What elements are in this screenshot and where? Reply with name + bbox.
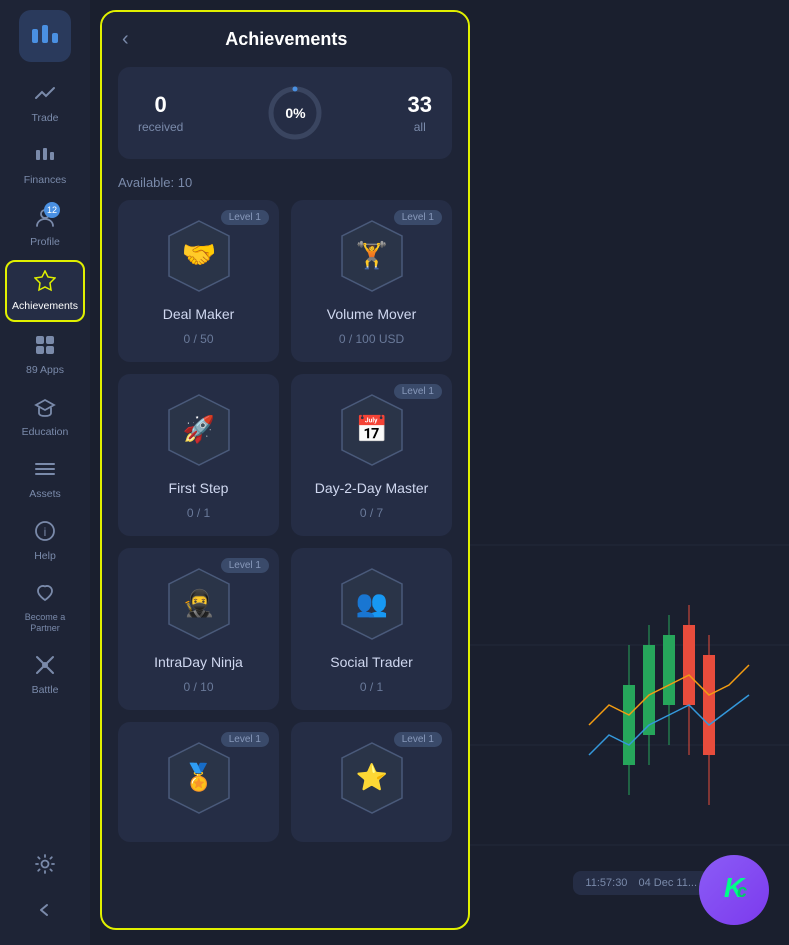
first-step-progress: 0 / 1 (187, 506, 210, 520)
sidebar-label-finances: Finances (24, 174, 67, 186)
progress-circle: 0% (265, 83, 325, 143)
help-icon: i (34, 520, 56, 546)
svg-text:🤝: 🤝 (181, 239, 216, 270)
ninja-icon: 🥷 (159, 564, 239, 644)
sidebar-label-education: Education (22, 426, 69, 438)
deal-maker-icon: 🤝 (159, 216, 239, 296)
back-button[interactable]: ‹ (122, 28, 129, 51)
achievement-card-item8[interactable]: Level 1 ⭐ (291, 722, 452, 842)
logo-letter: K c (714, 867, 754, 914)
gear-icon (34, 853, 56, 879)
ninja-progress: 0 / 10 (183, 680, 213, 694)
main-content: ‹ Achievements 0 received 0% 33 all Avai… (90, 0, 789, 945)
received-stat: 0 received (138, 92, 183, 134)
finances-icon (34, 144, 56, 170)
achievement-card-item7[interactable]: Level 1 🏅 (118, 722, 279, 842)
stats-bar: 0 received 0% 33 all (118, 67, 452, 159)
first-step-icon: 🚀 (159, 390, 239, 470)
achievement-grid: Level 1 🤝 Deal Maker 0 / 50 Level 1 🏋 (102, 200, 468, 842)
ninja-name: IntraDay Ninja (154, 654, 243, 670)
sidebar-item-settings[interactable] (5, 845, 85, 887)
item7-icon: 🏅 (159, 738, 239, 818)
sidebar-item-assets[interactable]: Assets (5, 450, 85, 508)
battle-icon (34, 654, 56, 680)
sidebar-label-assets: Assets (29, 488, 61, 500)
sidebar-label-apps: 89 Apps (26, 364, 64, 376)
achievement-card-social[interactable]: 👥 Social Trader 0 / 1 (291, 548, 452, 710)
sidebar: Trade Finances 12 Profile Achieveme (0, 0, 90, 945)
svg-text:🏅: 🏅 (182, 762, 214, 793)
apps-icon (34, 334, 56, 360)
all-stat: 33 all (408, 92, 432, 134)
sidebar-item-battle[interactable]: Battle (5, 646, 85, 704)
logo[interactable] (19, 10, 71, 62)
sidebar-item-apps[interactable]: 89 Apps (5, 326, 85, 384)
sidebar-item-profile[interactable]: 12 Profile (5, 198, 85, 256)
profile-badge: 12 (44, 202, 60, 218)
achievement-card-first-step[interactable]: 🚀 First Step 0 / 1 (118, 374, 279, 536)
achievements-icon (34, 270, 56, 296)
sidebar-label-achievements: Achievements (12, 300, 78, 312)
svg-text:⭐: ⭐ (355, 762, 387, 792)
achievement-card-day2day[interactable]: Level 1 📅 Day-2-Day Master 0 / 7 (291, 374, 452, 536)
volume-mover-icon: 🏋 (332, 216, 412, 296)
partner-icon (34, 582, 56, 608)
volume-mover-name: Volume Mover (327, 306, 416, 322)
assets-icon (34, 458, 56, 484)
achievement-panel: ‹ Achievements 0 received 0% 33 all Avai… (100, 10, 470, 930)
sidebar-item-education[interactable]: Education (5, 388, 85, 446)
svg-text:c: c (737, 881, 747, 901)
sidebar-item-trade[interactable]: Trade (5, 74, 85, 132)
trade-icon (34, 82, 56, 108)
item8-icon: ⭐ (332, 738, 412, 818)
brand-logo[interactable]: K c (699, 855, 769, 925)
sidebar-item-partner[interactable]: Become a Partner (5, 574, 85, 642)
percent-value: 0% (265, 83, 325, 143)
day2day-icon: 📅 (332, 390, 412, 470)
achievement-card-ninja[interactable]: Level 1 🥷 IntraDay Ninja 0 / 10 (118, 548, 279, 710)
date-display: 04 Dec 11... (639, 877, 698, 889)
day2day-name: Day-2-Day Master (315, 480, 429, 496)
deal-maker-progress: 0 / 50 (183, 332, 213, 346)
sidebar-label-partner: Become a Partner (9, 612, 81, 634)
svg-text:🏋: 🏋 (355, 240, 387, 270)
volume-mover-progress: 0 / 100 USD (339, 332, 404, 346)
achievement-card-deal-maker[interactable]: Level 1 🤝 Deal Maker 0 / 50 (118, 200, 279, 362)
received-value: 0 (138, 92, 183, 118)
panel-header: ‹ Achievements (102, 12, 468, 67)
day2day-progress: 0 / 7 (360, 506, 383, 520)
social-name: Social Trader (330, 654, 412, 670)
time-display: 11:57:30 (585, 877, 627, 889)
social-progress: 0 / 1 (360, 680, 383, 694)
deal-maker-name: Deal Maker (163, 306, 235, 322)
sidebar-item-help[interactable]: i Help (5, 512, 85, 570)
sidebar-label-battle: Battle (32, 684, 59, 696)
sidebar-item-collapse[interactable] (5, 891, 85, 933)
all-label: all (408, 120, 432, 134)
svg-text:i: i (44, 525, 47, 539)
svg-text:🥷: 🥷 (182, 588, 214, 618)
education-icon (34, 396, 56, 422)
sidebar-item-achievements[interactable]: Achievements (5, 260, 85, 322)
bottom-info: 11:57:30 04 Dec 11... (573, 871, 709, 895)
svg-text:📅: 📅 (355, 414, 387, 444)
sidebar-label-help: Help (34, 550, 56, 562)
achievement-card-volume-mover[interactable]: Level 1 🏋 Volume Mover 0 / 100 USD (291, 200, 452, 362)
sidebar-label-trade: Trade (31, 112, 58, 124)
svg-text:🚀: 🚀 (182, 414, 214, 444)
panel-title: Achievements (145, 29, 428, 50)
all-value: 33 (408, 92, 432, 118)
social-icon: 👥 (332, 564, 412, 644)
available-label: Available: 10 (102, 175, 468, 200)
sidebar-item-finances[interactable]: Finances (5, 136, 85, 194)
first-step-name: First Step (169, 480, 229, 496)
sidebar-label-profile: Profile (30, 236, 60, 248)
profile-icon: 12 (34, 206, 56, 232)
svg-text:👥: 👥 (355, 588, 387, 618)
received-label: received (138, 120, 183, 134)
collapse-icon (34, 899, 56, 925)
